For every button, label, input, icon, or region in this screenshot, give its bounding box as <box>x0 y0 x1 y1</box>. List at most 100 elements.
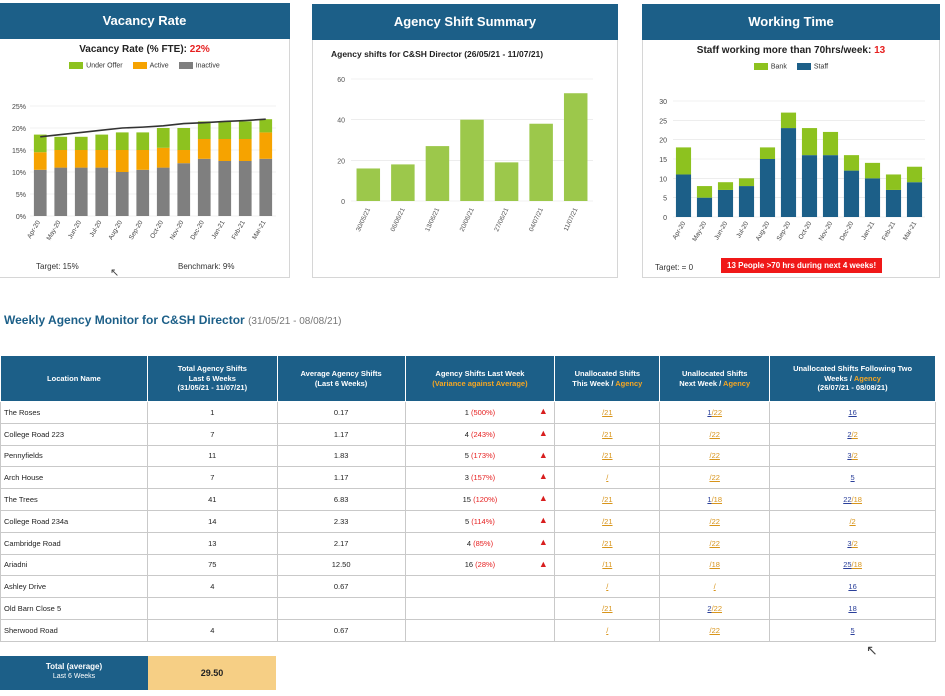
cell-this-week: /21 <box>554 444 661 468</box>
cell-location: College Road 234a <box>0 509 148 533</box>
bar <box>529 123 553 201</box>
total-shifts: 13 <box>208 538 217 548</box>
following-weeks-staff-link[interactable]: 18 <box>848 604 856 613</box>
cell-this-week: /21 <box>554 509 661 533</box>
next-week-agency-link[interactable]: /22 <box>709 517 719 526</box>
bar-segment <box>197 121 211 139</box>
this-week-agency-link[interactable]: /21 <box>602 408 612 417</box>
bar-segment <box>801 128 818 156</box>
this-week-agency-link[interactable]: /21 <box>602 495 612 504</box>
next-week-agency-link[interactable]: /22 <box>709 539 719 548</box>
monitor-dates: (31/05/21 - 08/08/21) <box>248 316 342 327</box>
this-week-agency-link[interactable]: / <box>606 626 608 635</box>
this-week-agency-link[interactable]: / <box>606 473 608 482</box>
y-tick-label: 20% <box>12 126 26 133</box>
cell-average: 1.17 <box>276 422 406 446</box>
x-tick-label: Jul-20 <box>735 220 750 239</box>
cell-next-week: / <box>659 575 771 599</box>
average-shifts: 2.33 <box>333 516 349 526</box>
following-weeks-staff-link[interactable]: 16 <box>848 408 856 417</box>
working-time-value: 13 <box>874 45 886 56</box>
x-tick-label: Jun-20 <box>713 220 729 241</box>
next-week-agency-link[interactable]: /22 <box>709 451 719 460</box>
bar-segment <box>33 152 47 170</box>
bar <box>494 162 519 201</box>
legend-swatch <box>132 62 147 69</box>
x-tick-label: Apr-20 <box>671 220 687 241</box>
this-week-agency-link[interactable]: /21 <box>602 430 612 439</box>
following-weeks-agency-link[interactable]: /2 <box>852 539 858 548</box>
next-week-agency-link[interactable]: /22 <box>709 430 719 439</box>
following-weeks-staff-link[interactable]: 5 <box>850 473 854 482</box>
cell-following-weeks: 5 <box>769 618 936 642</box>
following-weeks-staff-link[interactable]: 16 <box>848 582 856 591</box>
y-tick-label: 15 <box>659 157 667 164</box>
next-week-agency-link[interactable]: /22 <box>709 626 719 635</box>
next-week-agency-link[interactable]: /22 <box>712 408 722 417</box>
y-tick-label: 25 <box>659 118 667 125</box>
location-name: Pennyfields <box>4 451 43 461</box>
this-week-agency-link[interactable]: /11 <box>602 560 612 569</box>
next-week-agency-link[interactable]: /22 <box>712 604 722 613</box>
x-tick-label: 04/07/21 <box>528 207 545 233</box>
bar <box>425 146 450 201</box>
legend-swatch <box>796 63 811 70</box>
agency-monitor-table: Location Name Total Agency Shifts Last 6… <box>0 355 936 642</box>
next-week-agency-link[interactable]: /18 <box>709 560 719 569</box>
bar-segment <box>177 128 191 150</box>
cell-following-weeks: 16 <box>769 401 936 424</box>
bar-segment <box>136 132 150 150</box>
this-week-agency-link[interactable]: /21 <box>602 451 612 460</box>
x-tick-label: 13/06/21 <box>424 207 441 233</box>
variance-value: (173%) <box>470 451 496 461</box>
cell-total: 13 <box>146 531 278 555</box>
cell-last-week: 3 (157%) ▲ <box>404 466 556 490</box>
cell-total: 75 <box>146 553 278 577</box>
arrow-up-icon: ▲ <box>538 449 548 460</box>
following-weeks-staff-link[interactable]: 25 <box>843 560 851 569</box>
bar-segment <box>218 161 232 216</box>
bar-segment <box>115 172 129 216</box>
bar-segment <box>738 178 755 187</box>
bar <box>460 119 484 201</box>
following-weeks-staff-link[interactable]: 5 <box>850 626 854 635</box>
cell-next-week: 1/18 <box>659 488 771 511</box>
cell-this-week: /21 <box>554 422 661 446</box>
x-tick-label: May-20 <box>46 219 63 242</box>
location-name: Arch House <box>4 473 44 483</box>
following-weeks-agency-link[interactable]: /2 <box>849 517 855 526</box>
bar-segment <box>780 128 797 217</box>
this-week-agency-link[interactable]: /21 <box>602 517 612 526</box>
next-week-agency-link[interactable]: /22 <box>709 473 719 482</box>
vacancy-rate-label: Vacancy Rate (% FTE): <box>79 44 187 55</box>
average-shifts: 1.83 <box>333 451 349 461</box>
following-weeks-staff-link[interactable]: 22 <box>843 495 851 504</box>
this-week-agency-link[interactable]: / <box>606 582 608 591</box>
following-weeks-agency-link[interactable]: /18 <box>852 495 862 504</box>
this-week-agency-link[interactable]: /21 <box>602 539 612 548</box>
working-time-warning-badge: 13 People >70 hrs during next 4 weeks! <box>721 258 883 273</box>
x-tick-label: Sep-20 <box>776 220 793 242</box>
total-average-value: 29.50 <box>148 656 276 690</box>
table-row: Pennyfields 11 1.83 5 (173%) ▲/21/22 3/2 <box>0 444 936 468</box>
last-week-shifts: 15 <box>462 495 471 505</box>
legend-item: Bank <box>753 63 787 70</box>
bar-segment <box>238 161 252 216</box>
next-week-agency-link[interactable]: / <box>714 582 716 591</box>
location-name: College Road 234a <box>4 516 69 526</box>
average-shifts: 0.67 <box>333 582 349 592</box>
cell-average: 2.33 <box>276 509 406 533</box>
mouse-pointer-icon: ↖ <box>866 642 878 658</box>
following-weeks-agency-link[interactable]: /2 <box>852 451 858 460</box>
y-tick-label: 40 <box>337 118 345 125</box>
working-time-legend: Bank Staff <box>643 63 939 70</box>
this-week-agency-link[interactable]: /21 <box>602 604 612 613</box>
following-weeks-agency-link[interactable]: /18 <box>852 560 862 569</box>
cell-location: Ariadni <box>0 553 148 577</box>
bar-segment <box>54 150 68 168</box>
cell-this-week: /21 <box>554 531 661 555</box>
next-week-agency-link[interactable]: /18 <box>712 495 722 504</box>
bar-segment <box>717 182 734 190</box>
bar-segment <box>115 150 129 172</box>
following-weeks-agency-link[interactable]: /2 <box>852 430 858 439</box>
